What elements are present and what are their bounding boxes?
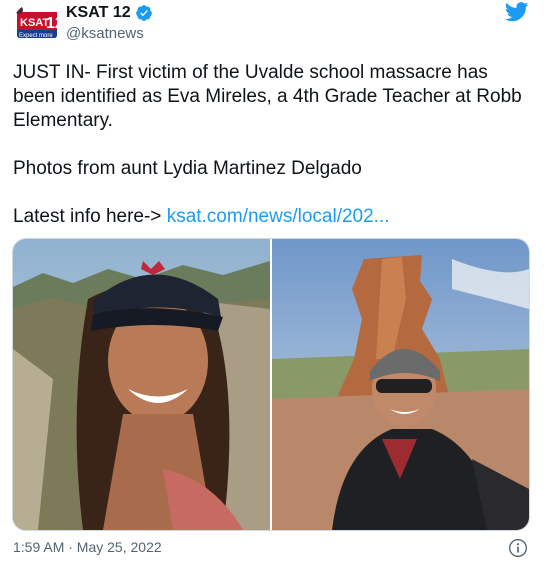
tweet-timestamp[interactable]: 1:59 AM · May 25, 2022	[13, 539, 162, 555]
tweet-card: KSAT 12 Expect more KSAT 12 @ksatnews JU…	[0, 0, 547, 566]
photo-woman-beanie-rock-tower[interactable]	[272, 239, 529, 530]
tweet-line-3-prefix: Latest info here->	[13, 206, 167, 227]
info-icon[interactable]	[508, 538, 528, 558]
author-handle[interactable]: @ksatnews	[66, 25, 144, 42]
tweet-line-1: JUST IN- First victim of the Uvalde scho…	[13, 62, 522, 131]
photo-woman-cap-mountains[interactable]	[13, 239, 270, 530]
svg-text:12: 12	[46, 15, 61, 32]
ksat-logo-icon: KSAT 12 Expect more	[13, 2, 61, 46]
tweet-line-3: Latest info here-> ksat.com/news/local/2…	[13, 205, 528, 229]
verified-badge-icon	[135, 5, 152, 21]
twitter-bird-icon[interactable]	[505, 2, 529, 22]
author-name-row[interactable]: KSAT 12	[66, 4, 153, 22]
tweet-text: JUST IN- First victim of the Uvalde scho…	[13, 61, 528, 229]
display-name[interactable]: KSAT 12	[66, 4, 131, 22]
photo-grid	[12, 238, 530, 531]
article-link[interactable]: ksat.com/news/local/202...	[167, 206, 390, 227]
svg-text:Expect more: Expect more	[19, 33, 53, 39]
tweet-line-2: Photos from aunt Lydia Martinez Delgado	[13, 158, 362, 179]
svg-text:KSAT: KSAT	[20, 17, 49, 29]
avatar[interactable]: KSAT 12 Expect more	[13, 2, 61, 46]
